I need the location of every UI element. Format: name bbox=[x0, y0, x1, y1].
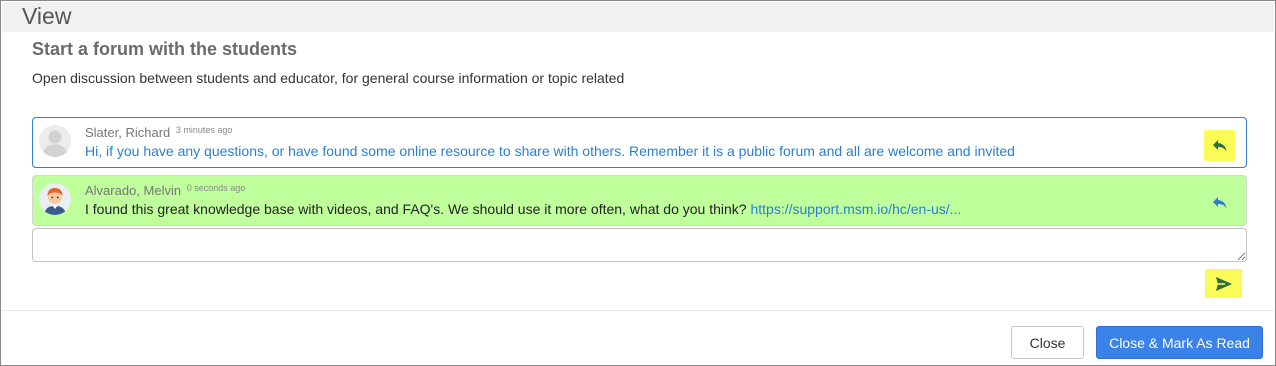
message-text-line: I found this great knowledge base with v… bbox=[85, 201, 961, 217]
forum-message-new: Alvarado, Melvin 0 seconds ago I found t… bbox=[32, 175, 1247, 226]
message-author-line: Alvarado, Melvin 0 seconds ago bbox=[85, 183, 245, 198]
message-timestamp: 3 minutes ago bbox=[175, 125, 233, 135]
dialog-title: View bbox=[22, 3, 72, 29]
dialog-header: View bbox=[2, 2, 1274, 32]
close-button[interactable]: Close bbox=[1011, 326, 1084, 359]
message-author: Slater, Richard bbox=[85, 125, 171, 140]
reply-input[interactable] bbox=[32, 228, 1247, 262]
reply-button[interactable] bbox=[1204, 187, 1235, 218]
reply-button[interactable] bbox=[1204, 130, 1235, 161]
reply-arrow-icon bbox=[1212, 139, 1226, 151]
forum-message: Slater, Richard 3 minutes ago Hi, if you… bbox=[32, 117, 1247, 168]
message-text: Hi, if you have any questions, or have f… bbox=[85, 143, 1015, 159]
message-author-line: Slater, Richard 3 minutes ago bbox=[85, 125, 232, 140]
view-dialog: View Start a forum with the students Ope… bbox=[0, 0, 1276, 366]
message-text: I found this great knowledge base with v… bbox=[85, 201, 747, 217]
send-paper-plane-icon bbox=[1215, 276, 1232, 291]
reply-arrow-icon bbox=[1212, 196, 1226, 208]
dialog-footer: Close Close & Mark As Read bbox=[2, 310, 1274, 364]
message-timestamp: 0 seconds ago bbox=[186, 183, 246, 193]
default-user-avatar-icon bbox=[39, 125, 71, 157]
message-link[interactable]: https://support.msm.io/hc/en-us/... bbox=[750, 201, 961, 217]
message-author: Alvarado, Melvin bbox=[85, 183, 182, 198]
forum-title: Start a forum with the students bbox=[32, 39, 298, 59]
forum-description: Open discussion between students and edu… bbox=[32, 70, 625, 86]
cartoon-person-avatar-icon bbox=[39, 183, 71, 215]
close-mark-as-read-button[interactable]: Close & Mark As Read bbox=[1096, 326, 1263, 359]
send-button[interactable] bbox=[1205, 269, 1242, 298]
